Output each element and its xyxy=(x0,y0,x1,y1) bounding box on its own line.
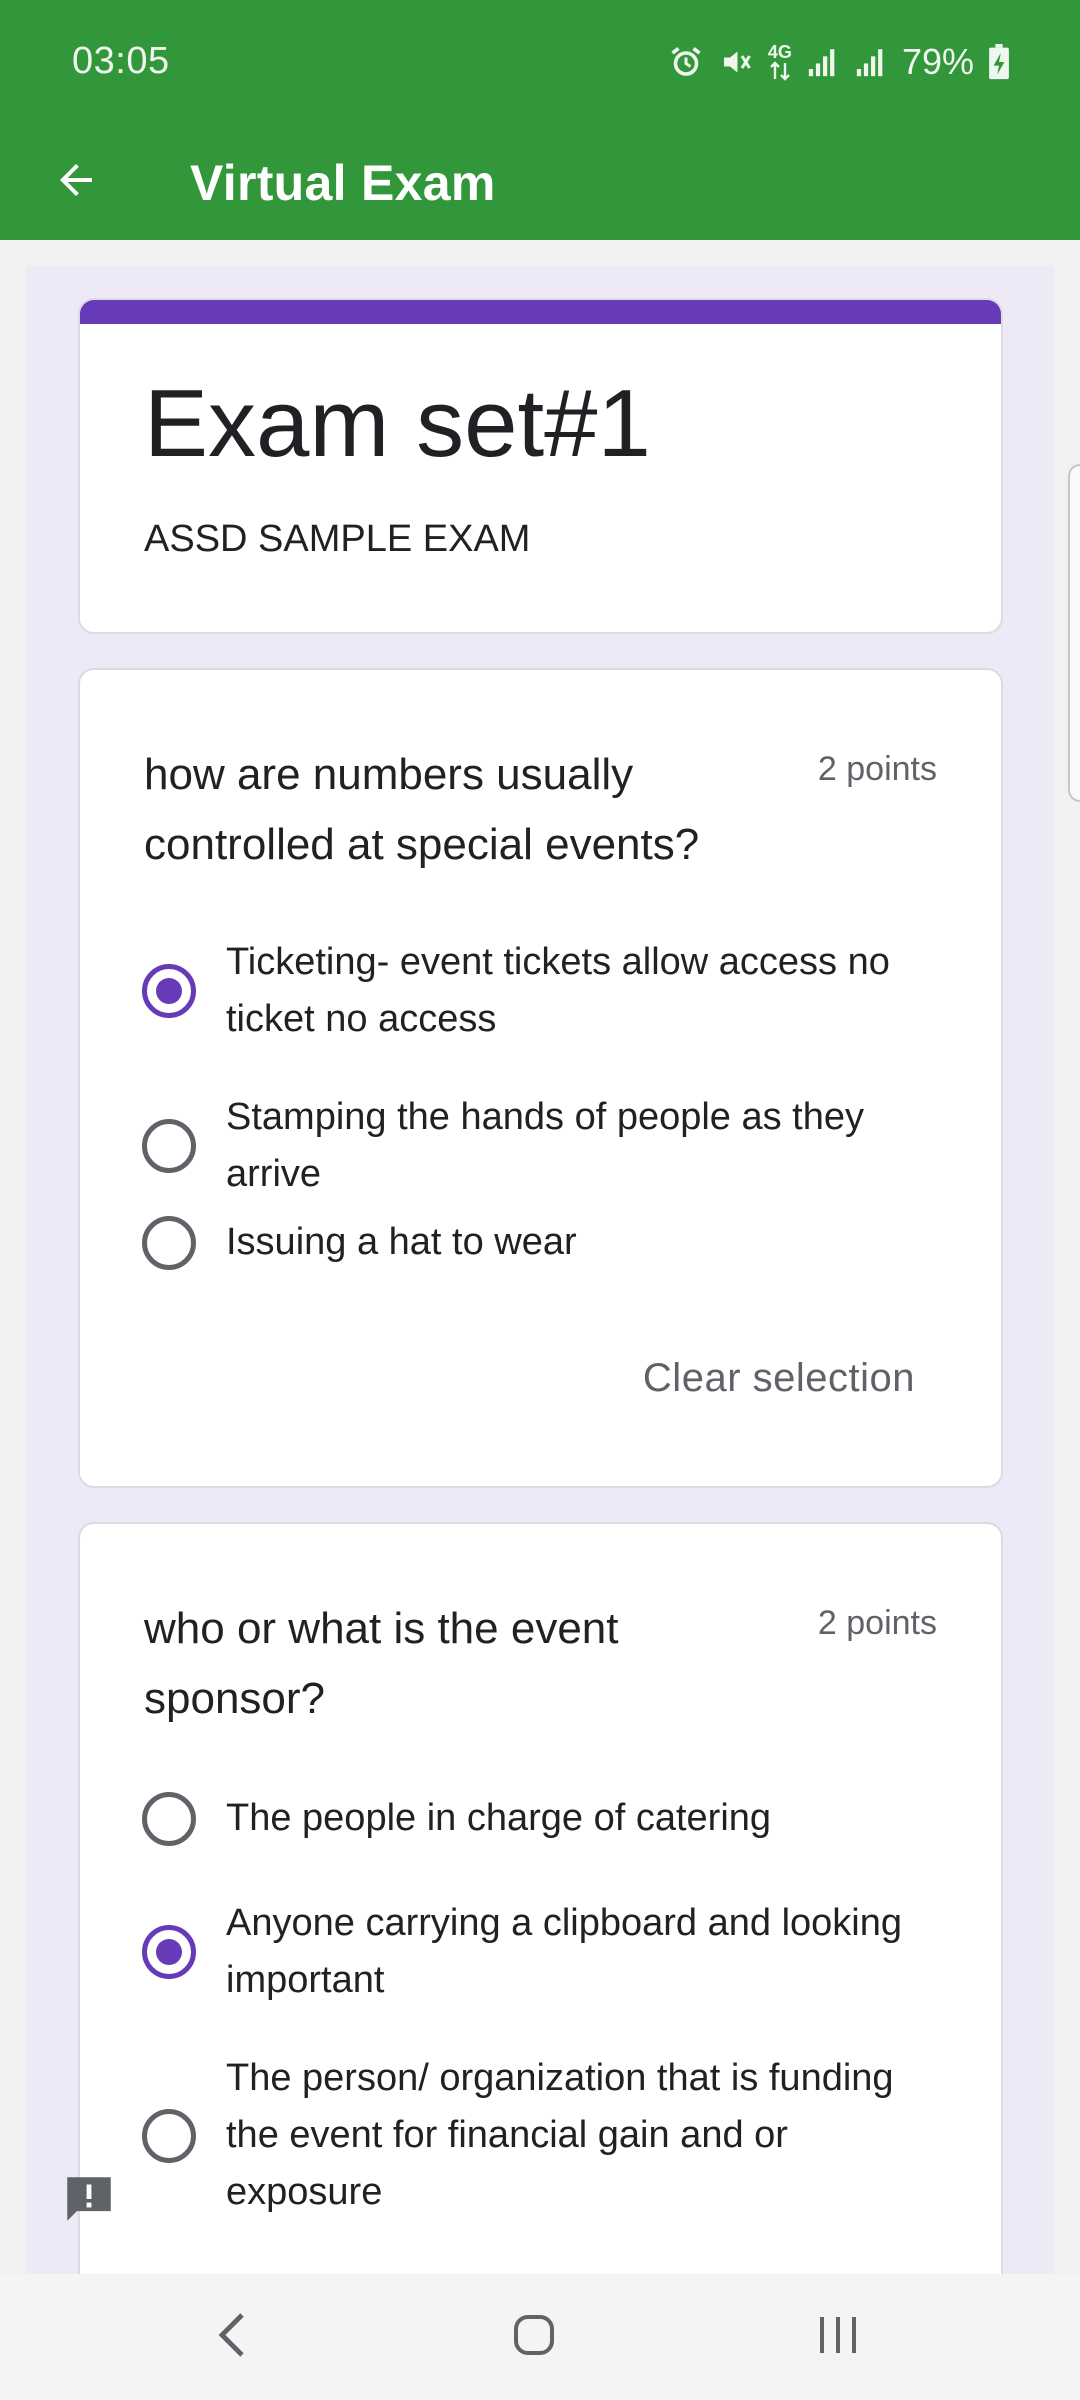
radio-unchecked-icon[interactable] xyxy=(142,2108,196,2163)
nav-home-button[interactable] xyxy=(494,2304,574,2370)
nav-back-icon xyxy=(212,2309,252,2366)
accent-strip xyxy=(80,300,1001,324)
clear-selection-button[interactable]: Clear selection xyxy=(643,1356,915,1401)
network-type-label: 4G xyxy=(767,42,792,62)
radio-option[interactable]: The people in charge of catering xyxy=(142,1790,942,1847)
radio-checked-icon[interactable] xyxy=(142,964,196,1018)
question-points: 2 points xyxy=(817,750,937,788)
app-title: Virtual Exam xyxy=(190,155,496,211)
radio-option[interactable]: Ticketing- event tickets allow access no… xyxy=(142,934,942,1048)
battery-percent: 79% xyxy=(901,41,974,82)
question-title: who or what is the event sponsor? xyxy=(144,1604,619,1723)
nav-recents-icon xyxy=(814,2313,862,2362)
scroll-handle[interactable] xyxy=(1068,464,1080,802)
radio-unchecked-icon[interactable] xyxy=(142,1791,196,1846)
alarm-icon xyxy=(668,44,704,80)
form-description: ASSD SAMPLE EXAM xyxy=(144,518,531,560)
back-button[interactable] xyxy=(44,150,108,214)
signal-icon xyxy=(854,45,888,79)
question-card-2: who or what is the event sponsor? 2 poin… xyxy=(78,1522,1003,2322)
option-label: The people in charge of catering xyxy=(226,1797,772,1839)
option-label: The person/ organization that is funding… xyxy=(226,2057,894,2213)
navigation-bar xyxy=(0,2274,1080,2400)
report-feedback-icon[interactable] xyxy=(60,2170,118,2228)
radio-unchecked-icon[interactable] xyxy=(142,1119,196,1173)
question-points: 2 points xyxy=(817,1604,937,1642)
radio-option[interactable]: Anyone carrying a clipboard and looking … xyxy=(142,1895,942,2009)
option-label: Ticketing- event tickets allow access no… xyxy=(226,941,890,1040)
nav-home-icon xyxy=(510,2311,558,2364)
status-time: 03:05 xyxy=(72,40,170,82)
app-bar: Virtual Exam xyxy=(0,124,1080,240)
form-title: Exam set#1 xyxy=(144,370,651,477)
mute-icon xyxy=(718,44,754,80)
status-bar: 03:05 4G 79% xyxy=(0,0,1080,124)
status-icons: 4G 79% xyxy=(668,40,1010,84)
option-label: Stamping the hands of people as they arr… xyxy=(226,1096,865,1195)
radio-checked-icon[interactable] xyxy=(142,1925,196,1979)
option-label: Anyone carrying a clipboard and looking … xyxy=(226,1902,902,2001)
nav-recents-button[interactable] xyxy=(798,2304,878,2370)
radio-option[interactable]: The person/ organization that is funding… xyxy=(142,2050,942,2221)
battery-charging-icon xyxy=(988,44,1010,80)
data-icon: 4G xyxy=(768,43,792,81)
signal-icon xyxy=(806,45,840,79)
radio-option[interactable]: Issuing a hat to wear xyxy=(142,1214,942,1271)
radio-unchecked-icon[interactable] xyxy=(142,1215,196,1270)
question-title: how are numbers usually controlled at sp… xyxy=(144,750,700,869)
question-card-1: how are numbers usually controlled at sp… xyxy=(78,668,1003,1488)
option-label: Issuing a hat to wear xyxy=(226,1221,577,1263)
arrow-back-icon xyxy=(52,156,100,209)
radio-option[interactable]: Stamping the hands of people as they arr… xyxy=(142,1089,942,1203)
nav-back-button[interactable] xyxy=(192,2304,272,2370)
form-header-card: Exam set#1 ASSD SAMPLE EXAM xyxy=(78,298,1003,634)
